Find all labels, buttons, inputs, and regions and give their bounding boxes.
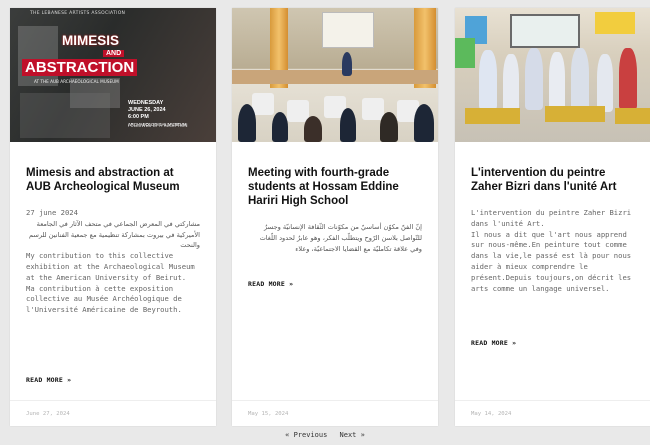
poster-note: FOLLOWED BY A RECEPTION (128, 123, 188, 128)
post-date: May 15, 2024 (248, 411, 289, 417)
read-more-link[interactable]: READ MORE » (471, 339, 516, 347)
post-title[interactable]: Mimesis and abstraction at AUB Archeolog… (26, 166, 200, 194)
poster-organization: THE LEBANESE ARTISTS ASSOCIATION (30, 11, 126, 16)
poster-title-and: AND (103, 50, 125, 57)
post-card: THE LEBANESE ARTISTS ASSOCIATION MIMESIS… (10, 8, 216, 426)
post-date: May 14, 2024 (471, 411, 512, 417)
post-footer: June 27, 2024 (10, 400, 216, 426)
pagination: « Previous Next » (0, 431, 650, 439)
post-date-line: 27 june 2024 (26, 208, 78, 217)
post-excerpt-arabic: مشاركتي في المعرض الجماعي في متحف الآثار… (28, 219, 200, 250)
classroom-board (510, 14, 580, 48)
post-footer: May 15, 2024 (232, 400, 438, 426)
next-page-link[interactable]: Next » (340, 431, 365, 439)
poster-time: 6:00 PM (128, 114, 149, 120)
poster-title-line2: ABSTRACTION (22, 59, 138, 76)
previous-page-link[interactable]: « Previous (285, 431, 327, 439)
post-card: L'intervention du peintre Zaher Bizri da… (455, 8, 650, 426)
post-excerpt-arabic: إنّ الفنّ مكوّن أساسيّ من مكوّنات الثّقا… (259, 223, 422, 253)
read-more-link[interactable]: READ MORE » (248, 280, 293, 288)
post-date: June 27, 2024 (26, 411, 70, 417)
post-excerpt: My contribution to this collective exhib… (26, 251, 195, 315)
post-thumbnail[interactable] (232, 8, 438, 142)
post-footer: May 14, 2024 (455, 400, 650, 426)
post-thumbnail[interactable] (455, 8, 650, 142)
post-card: Meeting with fourth-grade students at Ho… (232, 8, 438, 426)
projector-screen (322, 12, 374, 48)
post-title[interactable]: L'intervention du peintre Zaher Bizri da… (471, 166, 639, 194)
poster-day: WEDNESDAY (128, 100, 164, 106)
poster-subtitle: AT THE AUB ARCHAEOLOGICAL MUSEUM (34, 79, 119, 84)
post-title[interactable]: Meeting with fourth-grade students at Ho… (248, 166, 422, 208)
poster-date: JUNE 26, 2024 (128, 107, 166, 113)
poster-title-line1: MIMESIS (62, 33, 120, 48)
post-excerpt: L'intervention du peintre Zaher Bizri da… (471, 208, 632, 293)
post-thumbnail[interactable]: THE LEBANESE ARTISTS ASSOCIATION MIMESIS… (10, 8, 216, 142)
read-more-link[interactable]: READ MORE » (26, 376, 71, 384)
